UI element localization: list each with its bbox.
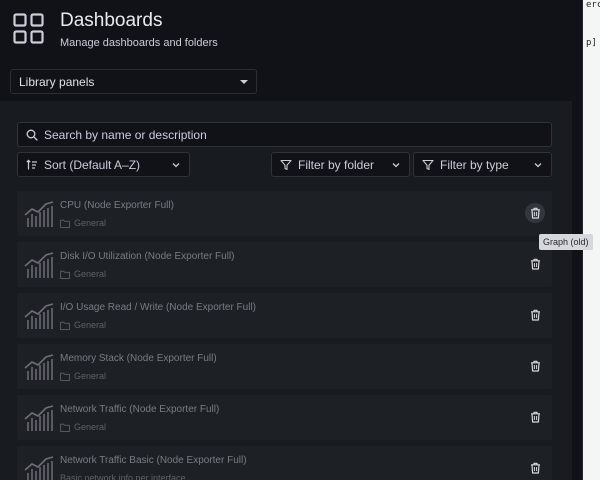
panel-subtitle: General [60,371,106,381]
delete-tooltip: Graph (old) [539,234,593,250]
trash-icon [530,309,540,321]
type-filter-label: Filter by type [440,157,509,172]
graph-panel-icon [24,252,54,278]
library-panel-card[interactable]: I/O Usage Read / Write (Node Exporter Fu… [17,293,552,338]
panel-subtitle-text: Basic network info per interface [60,473,186,480]
delete-panel-button[interactable] [525,203,545,223]
type-select-value: Library panels [19,74,95,89]
library-panel-card[interactable]: Disk I/O Utilization (Node Exporter Full… [17,242,552,287]
search-icon [26,129,38,141]
delete-panel-button[interactable] [525,254,545,274]
panel-subtitle: General [60,269,106,279]
panel-subtitle-text: General [74,218,107,228]
library-panel-card[interactable]: Memory Stack (Node Exporter Full) General [17,344,552,389]
folder-icon [60,219,70,228]
folder-icon [60,372,70,381]
trash-icon [530,411,540,423]
library-panel-card[interactable]: Network Traffic (Node Exporter Full) Gene… [17,395,552,440]
type-filter-select[interactable]: Filter by type [413,152,552,177]
page-subtitle: Manage dashboards and folders [60,37,218,49]
chevron-down-icon [172,162,180,167]
folder-filter-select[interactable]: Filter by folder [271,152,410,177]
folder-icon [60,423,70,432]
sort-select[interactable]: Sort (Default A–Z) [17,152,190,177]
panel-title: Network Traffic Basic (Node Exporter Ful… [60,455,247,466]
apps-grid-icon [13,13,44,44]
panel-subtitle: Basic network info per interface [60,473,186,480]
chevron-down-icon [534,162,542,167]
trash-icon [530,258,540,270]
panel-subtitle-text: General [74,371,107,381]
trash-icon [530,462,540,474]
trash-icon [530,207,540,219]
delete-panel-button[interactable] [525,305,545,325]
panel-subtitle-text: General [74,269,107,279]
panel-subtitle-text: General [74,422,107,432]
graph-panel-icon [24,354,54,380]
filter-icon [422,159,434,170]
trash-icon [530,360,540,372]
backdrop-code-line: p] [586,38,597,48]
library-panel-card[interactable]: CPU (Node Exporter Full) General [17,191,552,236]
delete-panel-button[interactable] [525,407,545,427]
panel-subtitle: General [60,422,106,432]
panel-subtitle: General [60,320,106,330]
drawer-header: Dashboards Manage dashboards and folders… [0,0,583,100]
filter-icon [280,159,292,170]
caret-down-icon [240,79,248,84]
search-input[interactable]: Search by name or description [17,122,552,147]
sort-select-label: Sort (Default A–Z) [44,157,141,172]
folder-filter-label: Filter by folder [298,157,375,172]
delete-panel-button[interactable] [525,356,545,376]
panel-subtitle-text: General [74,320,107,330]
tooltip-text: Graph (old) [543,237,589,247]
page-title: Dashboards [60,10,163,31]
panel-title: Disk I/O Utilization (Node Exporter Full… [60,251,235,262]
panel-title: I/O Usage Read / Write (Node Exporter Fu… [60,302,256,313]
library-panels-drawer: Dashboards Manage dashboards and folders… [0,0,583,480]
panel-title: Network Traffic (Node Exporter Full) [60,404,220,415]
library-panels-content: Search by name or description Sort (Defa… [0,101,572,480]
panel-title: Memory Stack (Node Exporter Full) [60,353,217,364]
type-select[interactable]: Library panels [10,69,257,94]
graph-panel-icon [24,303,54,329]
folder-icon [60,270,70,279]
delete-panel-button[interactable] [525,458,545,478]
graph-panel-icon [24,456,54,480]
graph-panel-icon [24,201,54,227]
chevron-down-icon [392,162,400,167]
graph-panel-icon [24,405,54,431]
backdrop-code-line: erce [586,0,600,10]
search-placeholder: Search by name or description [44,127,207,142]
folder-icon [60,321,70,330]
sort-icon [26,159,37,169]
panel-title: CPU (Node Exporter Full) [60,200,174,211]
panel-subtitle: General [60,218,106,228]
library-panel-card[interactable]: Network Traffic Basic (Node Exporter Ful… [17,446,552,480]
